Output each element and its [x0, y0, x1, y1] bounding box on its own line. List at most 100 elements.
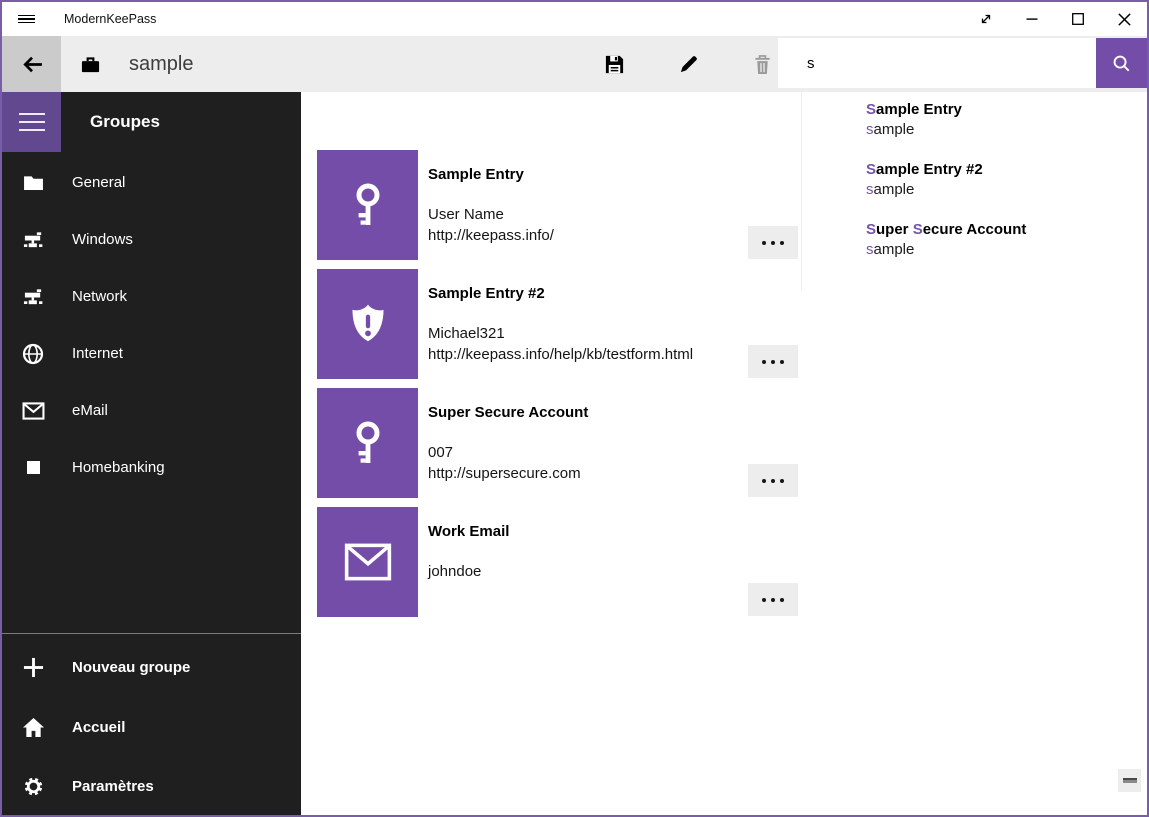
sidebar-item-label: eMail: [72, 402, 108, 419]
ellipsis-icon: [762, 360, 766, 364]
ellipsis-icon: [762, 241, 766, 245]
entry-text: Sample Entry User Name http://keepass.in…: [428, 150, 742, 246]
close-button[interactable]: [1101, 2, 1147, 36]
suggestion-title: Sample Entry: [866, 100, 1147, 120]
sidebar-item-label: Paramètres: [72, 778, 154, 795]
entry-tile: [317, 269, 418, 379]
ellipsis-icon: [762, 479, 766, 483]
sidebar-item-email[interactable]: eMail: [2, 382, 301, 439]
entry-text: Sample Entry #2 Michael321 http://keepas…: [428, 269, 742, 365]
sidebar-item-home[interactable]: Accueil: [2, 698, 301, 758]
sidebar-item-windows[interactable]: Windows: [2, 211, 301, 268]
titlebar-menu-button[interactable]: [8, 2, 44, 36]
entry-url: http://supersecure.com: [428, 463, 742, 484]
entry-tile: [317, 150, 418, 260]
sidebar-item-new-group[interactable]: Nouveau groupe: [2, 638, 301, 698]
back-button[interactable]: [2, 36, 61, 92]
sidebar-item-label: Accueil: [72, 719, 125, 736]
sidebar-item-internet[interactable]: Internet: [2, 325, 301, 382]
edit-pencil-icon: [678, 54, 699, 75]
maximize-button[interactable]: [1055, 2, 1101, 36]
entry-row-super-secure-account[interactable]: Super Secure Account 007 http://supersec…: [317, 388, 798, 498]
suggestion-sample-entry[interactable]: Sample Entry sample: [866, 100, 1147, 140]
folder-icon: [21, 174, 45, 191]
entry-row-sample-entry[interactable]: Sample Entry User Name http://keepass.in…: [317, 150, 798, 260]
fullscreen-button[interactable]: [963, 2, 1009, 36]
ellipsis-icon: [762, 598, 766, 602]
edit-button[interactable]: [668, 36, 708, 92]
shield-exclamation-icon: [345, 301, 391, 347]
entry-url: http://keepass.info/help/kb/testform.htm…: [428, 344, 742, 365]
save-button[interactable]: [594, 36, 634, 92]
entry-title: Sample Entry: [428, 165, 742, 185]
entry-username: User Name: [428, 204, 742, 225]
entry-tile: [317, 507, 418, 617]
delete-button[interactable]: [742, 36, 782, 92]
sidebar-item-label: Network: [72, 288, 127, 305]
hamburger-icon: [19, 113, 45, 115]
suggestion-title: Super Secure Account: [866, 220, 1147, 240]
search-button[interactable]: [1096, 38, 1147, 88]
groups-heading: Groupes: [90, 92, 160, 152]
hamburger-icon: [18, 13, 35, 25]
database-name: sample: [129, 36, 193, 92]
back-arrow-icon: [19, 54, 44, 75]
database-briefcase-icon: [80, 36, 101, 92]
nav-toggle-button[interactable]: [2, 92, 61, 152]
search-input[interactable]: [778, 38, 1096, 88]
suggestion-sample-entry-2[interactable]: Sample Entry #2 sample: [866, 160, 1147, 200]
sidebar-item-label: Nouveau groupe: [72, 659, 190, 676]
semantic-zoom-out-button[interactable]: [1118, 769, 1141, 792]
entry-more-button[interactable]: [748, 583, 798, 616]
delete-trash-icon: [753, 54, 772, 75]
entry-tile: [317, 388, 418, 498]
search-suggestions-panel: Sample Entry sample Sample Entry #2 samp…: [801, 92, 1147, 290]
suggestion-super-secure-account[interactable]: Super Secure Account sample: [866, 220, 1147, 260]
minimize-button[interactable]: [1009, 2, 1055, 36]
sidebar-item-label: General: [72, 174, 125, 191]
sidebar-item-label: Homebanking: [72, 459, 165, 476]
group-list: General Windows: [2, 154, 301, 496]
key-icon: [346, 419, 390, 467]
entry-more-button[interactable]: [748, 464, 798, 497]
workgroup-icon: [21, 230, 45, 250]
entry-title: Sample Entry #2: [428, 284, 742, 304]
mail-icon: [344, 543, 392, 581]
entry-row-work-email[interactable]: Work Email johndoe: [317, 507, 798, 617]
sidebar-item-general[interactable]: General: [2, 154, 301, 211]
save-icon: [604, 54, 625, 75]
suggestion-title: Sample Entry #2: [866, 160, 1147, 180]
suggestion-subtitle: sample: [866, 180, 1147, 200]
mail-icon: [21, 402, 45, 420]
suggestion-subtitle: sample: [866, 240, 1147, 260]
plus-icon: [21, 657, 45, 678]
sidebar-item-network[interactable]: Network: [2, 268, 301, 325]
entry-text: Work Email johndoe: [428, 507, 742, 582]
sidebar-item-homebanking[interactable]: Homebanking: [2, 439, 301, 496]
sidebar-item-label: Windows: [72, 231, 133, 248]
home-icon: [21, 717, 45, 738]
magnifier-icon: [1112, 54, 1131, 73]
entry-list: Sample Entry User Name http://keepass.in…: [317, 150, 798, 626]
entry-text: Super Secure Account 007 http://supersec…: [428, 388, 742, 484]
entry-more-button[interactable]: [748, 345, 798, 378]
sidebar-commands: Nouveau groupe Accueil Paramètr: [2, 638, 301, 817]
app-window: ModernKeePass: [0, 0, 1149, 817]
entry-username: Michael321: [428, 323, 742, 344]
sidebar-item-settings[interactable]: Paramètres: [2, 757, 301, 817]
entry-username: johndoe: [428, 561, 742, 582]
maximize-icon: [1072, 13, 1084, 25]
entry-row-sample-entry-2[interactable]: Sample Entry #2 Michael321 http://keepas…: [317, 269, 798, 379]
minus-icon: [1123, 778, 1137, 783]
entry-username: 007: [428, 442, 742, 463]
square-icon: [21, 461, 45, 474]
window-controls: [963, 2, 1147, 36]
sidebar: Groupes General Windows: [2, 92, 301, 815]
key-icon: [346, 181, 390, 229]
entry-url: http://keepass.info/: [428, 225, 742, 246]
globe-icon: [21, 343, 45, 365]
entry-more-button[interactable]: [748, 226, 798, 259]
close-icon: [1118, 13, 1131, 26]
gear-icon: [21, 776, 45, 797]
entry-title: Work Email: [428, 522, 742, 542]
